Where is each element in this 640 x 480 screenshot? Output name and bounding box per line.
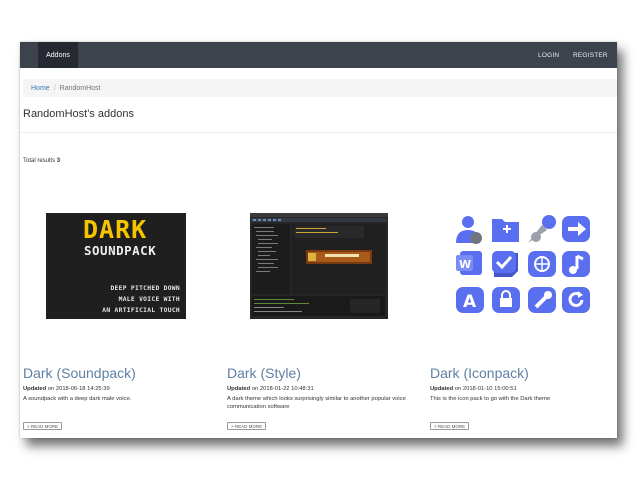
total-results-count: 3 [56,158,61,164]
addon-description: A dark theme which looks surprisingly si… [227,396,406,410]
total-results-label: Total results [23,158,56,164]
refresh-icon [562,287,590,313]
addon-title-link[interactable]: Dark (Soundpack) [23,365,136,381]
style-screenshot-image [250,213,388,319]
brand-link[interactable]: Addons [38,42,78,68]
breadcrumb-current: RandomHost [59,84,101,92]
browser-window: Addons LOGIN REGISTER Home / RandomHost … [20,42,617,438]
page-title: RandomHost's addons [23,108,134,120]
addon-title-link[interactable]: Dark (Style) [227,365,301,381]
addon-updated: Updated on 2018-06-18 14:25:39 [23,386,110,392]
updated-label: Updated [430,386,454,392]
user-icon [456,216,482,244]
read-more-button[interactable]: > READ MORE [430,422,470,430]
updated-label: Updated [227,386,251,392]
style-thumbnail[interactable] [250,213,388,319]
check-icon [492,251,518,277]
arrow-right-icon [562,216,590,242]
iconpack-thumbnail[interactable]: W A [454,213,594,319]
music-icon [562,251,590,277]
breadcrumb-home-link[interactable]: Home [31,85,50,92]
addon-title-link[interactable]: Dark (Iconpack) [430,365,529,381]
addon-description: This is the icon pack to go with the Dar… [430,396,551,402]
word-icon: W [456,251,482,275]
breadcrumb: Home / RandomHost [23,79,617,97]
updated-date: on 2018-06-18 14:25:39 [46,386,110,392]
soundpack-thumbnail[interactable]: DARK SOUNDPACK DEEP PITCHED DOWN MALE VO… [46,213,186,319]
breadcrumb-separator: / [53,84,56,92]
login-link[interactable]: LOGIN [538,42,559,68]
soundpack-dark-text: DARK [83,215,148,244]
addon-updated: Updated on 2018-01-10 15:00:51 [430,386,517,392]
font-icon: A [456,287,484,313]
wrench-icon [528,287,556,313]
updated-label: Updated [23,386,47,392]
iconpack-image: W A [456,215,590,313]
soundpack-line-5: AN ARTIFICIAL TOUCH [102,307,180,314]
globe-icon [528,251,556,277]
pin-icon [528,215,556,243]
register-link[interactable]: REGISTER [573,42,608,68]
read-more-button[interactable]: > READ MORE [227,422,267,430]
addon-updated: Updated on 2018-01-22 10:48:31 [227,386,314,392]
soundpack-soundpack-text: SOUNDPACK [84,243,157,258]
lock-icon [492,287,520,313]
top-navbar: Addons LOGIN REGISTER [20,42,617,68]
read-more-button[interactable]: > READ MORE [23,422,63,430]
svg-text:A: A [463,292,477,312]
svg-text:W: W [459,258,471,271]
addon-description: A soundpack with a deep dark male voice. [23,396,132,402]
updated-date: on 2018-01-22 10:48:31 [250,386,314,392]
updated-date: on 2018-01-10 15:00:51 [453,386,517,392]
add-folder-icon [492,219,519,242]
divider [20,132,617,133]
soundpack-line-4: MALE VOICE WITH [118,296,180,303]
total-results: Total results 3 [23,158,60,164]
soundpack-line-3: DEEP PITCHED DOWN [110,285,180,292]
